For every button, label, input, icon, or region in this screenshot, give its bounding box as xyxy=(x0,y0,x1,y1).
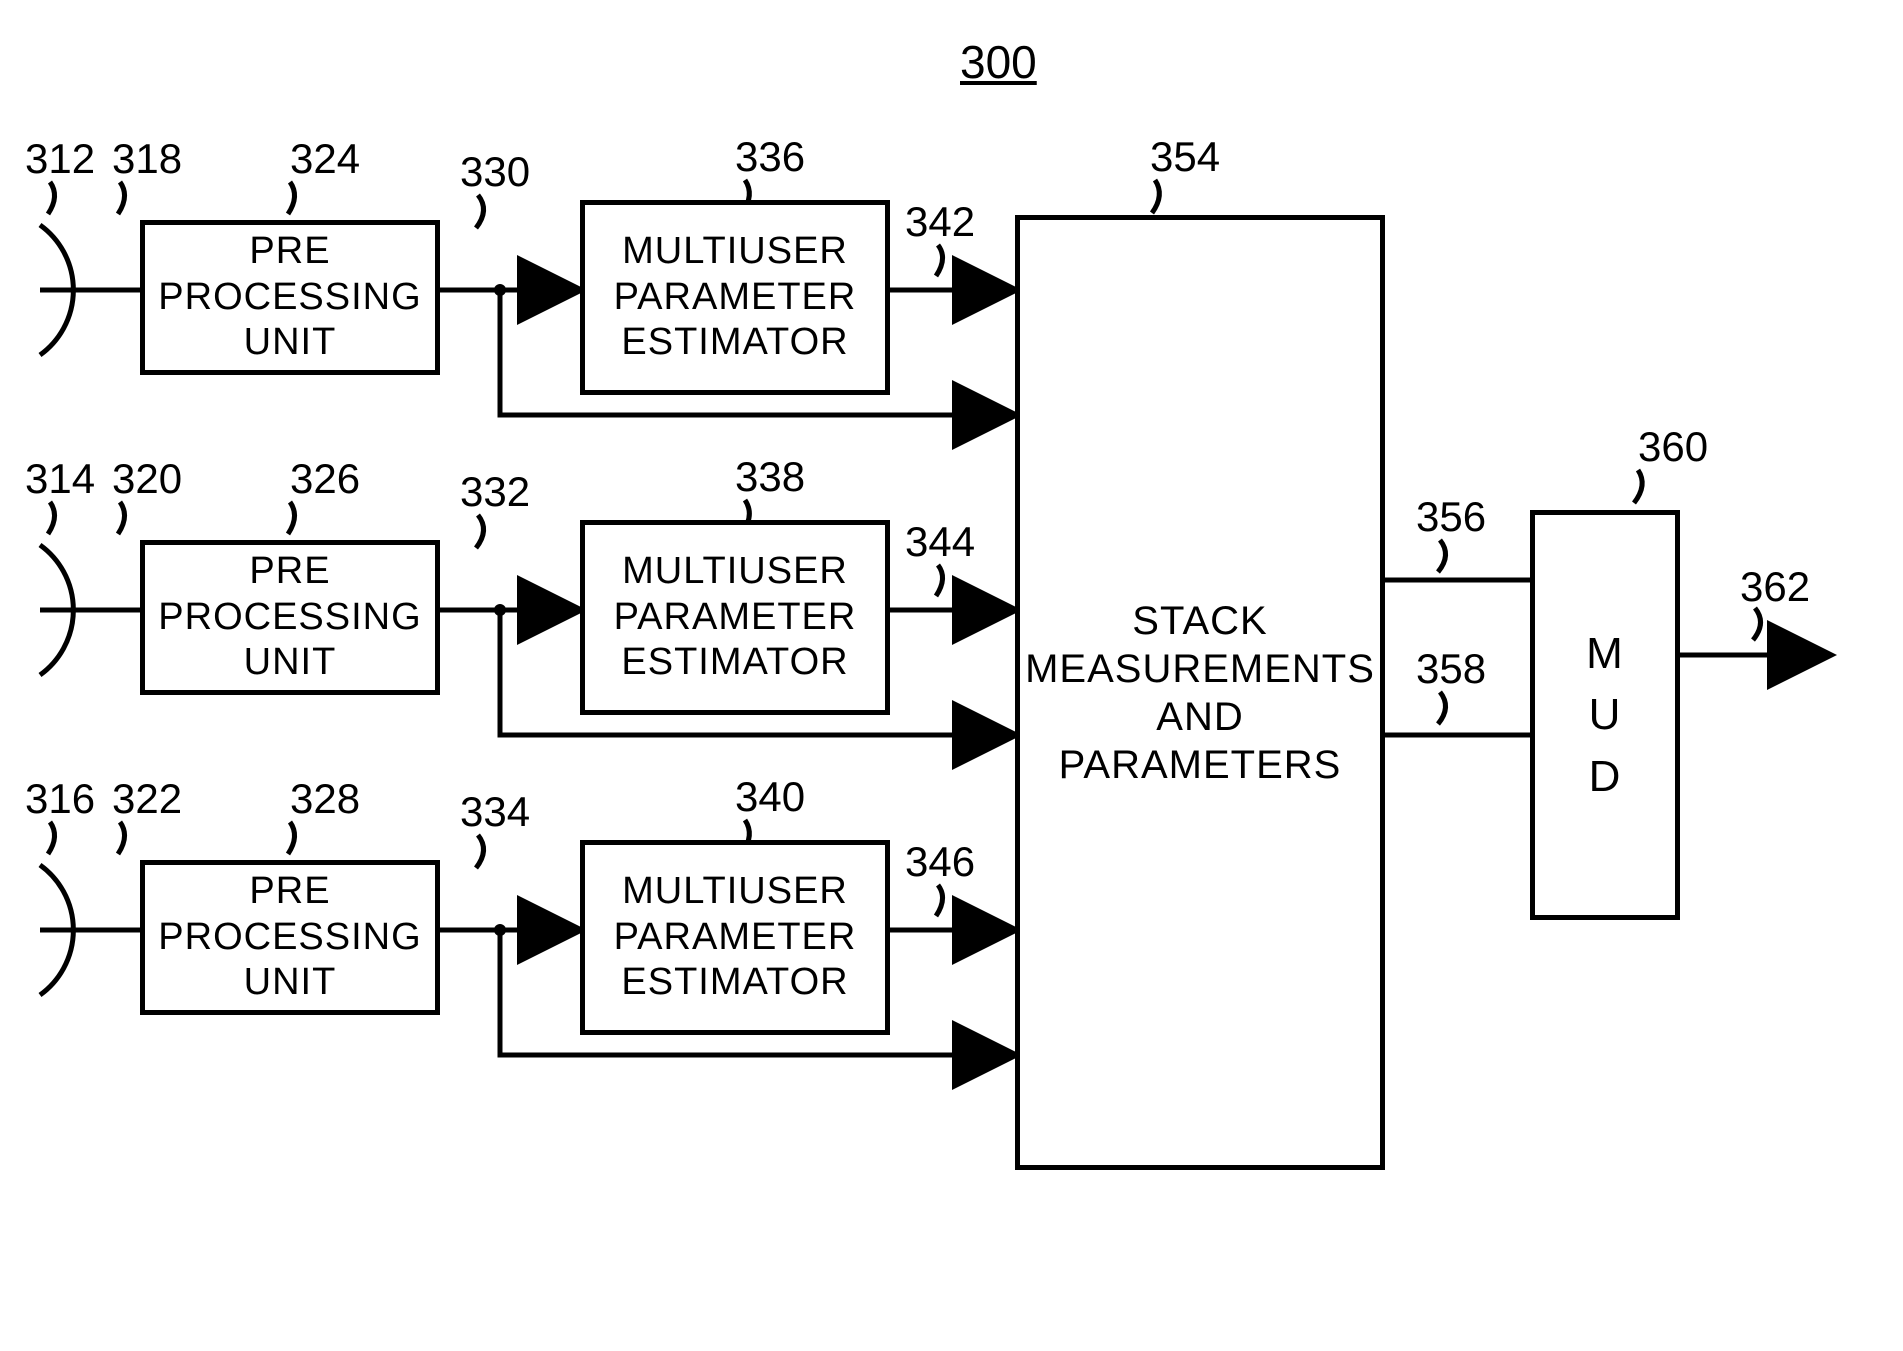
ref-318: 318 xyxy=(112,135,182,183)
ref-344: 344 xyxy=(905,518,975,566)
ref-320: 320 xyxy=(112,455,182,503)
ref-336: 336 xyxy=(735,133,805,181)
stack-measurements-parameters: STACK MEASUREMENTS AND PARAMETERS xyxy=(1015,215,1385,1170)
multiuser-parameter-estimator-3: MULTIUSER PARAMETER ESTIMATOR xyxy=(580,840,890,1035)
mud-block: MUD xyxy=(1530,510,1680,920)
ref-312: 312 xyxy=(25,135,95,183)
mpe-1-label: MULTIUSER PARAMETER ESTIMATOR xyxy=(585,229,885,366)
ref-358: 358 xyxy=(1416,645,1486,693)
ref-338: 338 xyxy=(735,453,805,501)
ref-326: 326 xyxy=(290,455,360,503)
ref-356: 356 xyxy=(1416,493,1486,541)
ppu-2-label: PRE PROCESSING UNIT xyxy=(145,549,435,686)
ref-340: 340 xyxy=(735,773,805,821)
diagram-canvas: 300 xyxy=(0,0,1903,1351)
mpe-3-label: MULTIUSER PARAMETER ESTIMATOR xyxy=(585,869,885,1006)
multiuser-parameter-estimator-1: MULTIUSER PARAMETER ESTIMATOR xyxy=(580,200,890,395)
stack-label: STACK MEASUREMENTS AND PARAMETERS xyxy=(1020,597,1380,789)
pre-processing-unit-3: PRE PROCESSING UNIT xyxy=(140,860,440,1015)
ref-362: 362 xyxy=(1740,563,1810,611)
ref-316: 316 xyxy=(25,775,95,823)
ref-322: 322 xyxy=(112,775,182,823)
pre-processing-unit-2: PRE PROCESSING UNIT xyxy=(140,540,440,695)
ref-342: 342 xyxy=(905,198,975,246)
ref-360: 360 xyxy=(1638,423,1708,471)
ppu-3-label: PRE PROCESSING UNIT xyxy=(145,869,435,1006)
mud-label: MUD xyxy=(1586,623,1624,808)
ref-354: 354 xyxy=(1150,133,1220,181)
ref-328: 328 xyxy=(290,775,360,823)
ref-334: 334 xyxy=(460,788,530,836)
ref-332: 332 xyxy=(460,468,530,516)
mpe-2-label: MULTIUSER PARAMETER ESTIMATOR xyxy=(585,549,885,686)
pre-processing-unit-1: PRE PROCESSING UNIT xyxy=(140,220,440,375)
figure-number: 300 xyxy=(960,35,1037,89)
ref-330: 330 xyxy=(460,148,530,196)
ref-346: 346 xyxy=(905,838,975,886)
ppu-1-label: PRE PROCESSING UNIT xyxy=(145,229,435,366)
ref-314: 314 xyxy=(25,455,95,503)
multiuser-parameter-estimator-2: MULTIUSER PARAMETER ESTIMATOR xyxy=(580,520,890,715)
ref-324: 324 xyxy=(290,135,360,183)
